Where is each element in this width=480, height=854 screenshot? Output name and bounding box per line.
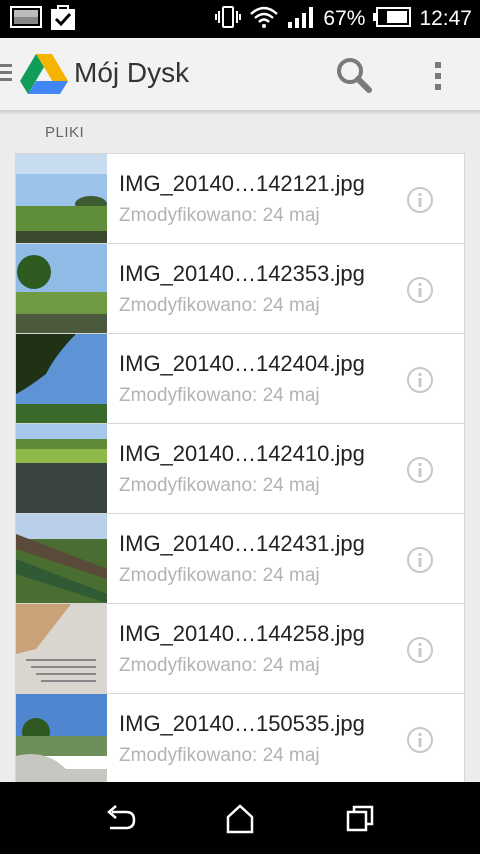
file-thumbnail xyxy=(16,244,107,333)
info-icon[interactable] xyxy=(406,366,434,394)
file-modified: Zmodyfikowano: 24 maj xyxy=(119,565,320,586)
check-bag-notification-icon xyxy=(50,3,76,36)
battery-icon xyxy=(373,6,412,32)
photo-notification-icon xyxy=(10,5,42,33)
file-name: IMG_20140…150535.jpg xyxy=(119,711,365,736)
info-icon[interactable] xyxy=(406,726,434,754)
file-name: IMG_20140…142121.jpg xyxy=(119,171,365,196)
drawer-indicator-icon[interactable] xyxy=(0,64,12,85)
section-header: PLIKI xyxy=(45,124,85,141)
file-modified: Zmodyfikowano: 24 maj xyxy=(119,205,320,226)
file-name: IMG_20140…142431.jpg xyxy=(119,531,365,556)
file-row[interactable]: IMG_20140…142404.jpg Zmodyfikowano: 24 m… xyxy=(15,333,465,423)
file-row[interactable]: IMG_20140…150535.jpg Zmodyfikowano: 24 m… xyxy=(15,693,465,784)
file-thumbnail xyxy=(16,514,107,603)
file-thumbnail xyxy=(16,334,107,423)
status-bar: 67% 12:47 xyxy=(0,0,480,38)
info-icon[interactable] xyxy=(406,186,434,214)
file-row[interactable]: IMG_20140…142410.jpg Zmodyfikowano: 24 m… xyxy=(15,423,465,513)
file-thumbnail xyxy=(16,154,107,243)
signal-icon xyxy=(287,6,315,33)
back-icon[interactable] xyxy=(100,802,140,836)
file-row[interactable]: IMG_20140…144258.jpg Zmodyfikowano: 24 m… xyxy=(15,603,465,693)
file-modified: Zmodyfikowano: 24 maj xyxy=(119,655,320,676)
file-thumbnail xyxy=(16,694,107,783)
file-name: IMG_20140…142410.jpg xyxy=(119,441,365,466)
file-row[interactable]: IMG_20140…142121.jpg Zmodyfikowano: 24 m… xyxy=(15,153,465,243)
file-list: IMG_20140…142121.jpg Zmodyfikowano: 24 m… xyxy=(15,153,465,784)
battery-percent: 67% xyxy=(323,7,366,30)
navigation-bar xyxy=(0,782,480,854)
action-bar: Mój Dysk xyxy=(0,38,480,111)
file-name: IMG_20140…144258.jpg xyxy=(119,621,365,646)
file-thumbnail xyxy=(16,604,107,693)
file-modified: Zmodyfikowano: 24 maj xyxy=(119,295,320,316)
search-icon[interactable] xyxy=(334,56,374,96)
recent-apps-icon[interactable] xyxy=(340,802,380,836)
info-icon[interactable] xyxy=(406,456,434,484)
file-name: IMG_20140…142353.jpg xyxy=(119,261,365,286)
drive-logo-icon[interactable] xyxy=(20,53,68,100)
file-row[interactable]: IMG_20140…142353.jpg Zmodyfikowano: 24 m… xyxy=(15,243,465,333)
file-modified: Zmodyfikowano: 24 maj xyxy=(119,475,320,496)
wifi-icon xyxy=(249,5,279,34)
overflow-menu-icon[interactable] xyxy=(424,56,452,96)
vibrate-icon xyxy=(215,5,242,34)
file-name: IMG_20140…142404.jpg xyxy=(119,351,365,376)
file-modified: Zmodyfikowano: 24 maj xyxy=(119,745,320,766)
home-icon[interactable] xyxy=(220,802,260,836)
info-icon[interactable] xyxy=(406,546,434,574)
info-icon[interactable] xyxy=(406,636,434,664)
file-modified: Zmodyfikowano: 24 maj xyxy=(119,385,320,406)
clock: 12:47 xyxy=(419,7,472,30)
info-icon[interactable] xyxy=(406,276,434,304)
page-title: Mój Dysk xyxy=(74,57,190,88)
file-row[interactable]: IMG_20140…142431.jpg Zmodyfikowano: 24 m… xyxy=(15,513,465,603)
file-thumbnail xyxy=(16,424,107,513)
